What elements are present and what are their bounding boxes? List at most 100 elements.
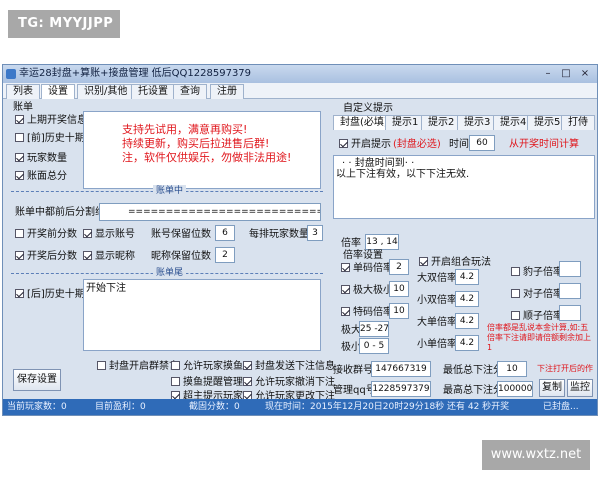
maximize-button[interactable]: □: [557, 67, 575, 81]
single-multiplier-checkbox[interactable]: 单码倍率: [341, 263, 393, 275]
per-row-input[interactable]: 3: [307, 225, 323, 241]
manage-qq-input[interactable]: 1228597379: [371, 381, 431, 397]
nick-digits-input[interactable]: 2: [215, 247, 235, 263]
enable-prompt-checkbox[interactable]: 开启提示: [339, 139, 391, 151]
copy-button[interactable]: 复制: [539, 379, 565, 397]
big-small-input[interactable]: 10: [389, 281, 409, 297]
checkbox-icon: [511, 267, 520, 276]
pair-label: 对子倍率: [523, 289, 563, 300]
upper-info-checkbox[interactable]: 上期开奖信息: [15, 115, 87, 127]
ledger-total-checkbox[interactable]: 账面总分: [15, 171, 67, 183]
combo-input-3[interactable]: 4.2: [455, 335, 479, 351]
open-before-label: 开奖前分数: [27, 229, 77, 240]
pair-checkbox[interactable]: 对子倍率: [511, 289, 563, 301]
pair-input[interactable]: [559, 283, 581, 299]
leopard-checkbox[interactable]: 豹子倍率: [511, 267, 563, 279]
ledger-tail-textarea[interactable]: 开始下注: [83, 279, 321, 351]
allow-cancel-label: 允许玩家撤消下注: [255, 377, 335, 388]
big-small-label: 极大极小: [353, 285, 393, 296]
allow-place-label: 允许玩家摸鱼: [183, 361, 243, 372]
min-label: 极小: [341, 342, 361, 353]
combo-input-0[interactable]: 4.2: [455, 269, 479, 285]
show-account-checkbox[interactable]: 显示账号: [83, 229, 135, 241]
prompt-tab-2[interactable]: 提示2: [421, 115, 462, 130]
catch-remind-checkbox[interactable]: 摸鱼提醒管理: [171, 377, 243, 389]
tab-settings[interactable]: 设置: [41, 84, 75, 99]
after10-label: [后]历史十期: [27, 289, 85, 300]
status-remain: 还有 42 秒开奖: [447, 402, 510, 412]
checkbox-icon: [83, 251, 92, 260]
multiplier-label: 倍率: [341, 238, 361, 249]
monitor-button[interactable]: 监控: [567, 379, 593, 397]
prev10-checkbox[interactable]: [前]历史十期: [15, 133, 85, 145]
allow-place-checkbox[interactable]: 允许玩家摸鱼: [171, 361, 243, 373]
ledger-header-textarea[interactable]: 支持先试用，满意再购买! 持续更新，购买后拉进售后群! 注，软件仅供娱乐，勿做非…: [83, 111, 321, 189]
checkbox-icon: [419, 257, 428, 266]
straight-label: 顺子倍率: [523, 311, 563, 322]
max-input[interactable]: 25 -27: [359, 321, 389, 337]
tab-recognize[interactable]: 识别/其他: [77, 84, 135, 99]
single-multiplier-input[interactable]: 2: [389, 259, 409, 275]
min-input[interactable]: 0 - 5: [359, 338, 389, 354]
tail-text: 开始下注: [86, 283, 126, 294]
tab-register[interactable]: 注册: [210, 84, 244, 99]
open-after-checkbox[interactable]: 开奖后分数: [15, 251, 77, 263]
minimize-button[interactable]: –: [539, 67, 557, 81]
after10-checkbox[interactable]: [后]历史十期: [15, 289, 85, 301]
title-bar: 幸运28封盘+算账+接盘管理 低后QQ1228597379 – □ ×: [3, 65, 597, 83]
tab-bot-settings[interactable]: 托设置: [131, 84, 175, 99]
checkbox-icon: [243, 361, 252, 370]
prompt-tab-wait[interactable]: 打侍: [561, 115, 595, 130]
tab-list[interactable]: 列表: [6, 84, 40, 99]
account-digits-label: 账号保留位数: [151, 229, 211, 240]
tab-query[interactable]: 查询: [173, 84, 207, 99]
status-seal-round: 截固分数：0: [189, 402, 240, 412]
prompt-tab-3[interactable]: 提示3: [457, 115, 498, 130]
seal-group-ban-checkbox[interactable]: 封盘开启群禁言: [97, 361, 179, 373]
open-after-label: 开奖后分数: [27, 251, 77, 262]
checkbox-icon: [15, 133, 24, 142]
checkbox-icon: [341, 307, 350, 316]
big-small-checkbox[interactable]: 极大极小: [341, 285, 393, 297]
notice-line-2: 持续更新，购买后拉进售后群!: [122, 137, 270, 150]
prompt-tab-1[interactable]: 提示1: [385, 115, 426, 130]
combo-label-1: 小双倍率: [417, 295, 457, 306]
combo-input-2[interactable]: 4.2: [455, 313, 479, 329]
checkbox-icon: [15, 289, 24, 298]
checkbox-icon: [15, 115, 24, 124]
prompt-time-note: 从开奖时间计算: [509, 139, 579, 150]
special-multiplier-checkbox[interactable]: 特码倍率: [341, 307, 393, 319]
prompt-time-input[interactable]: 60: [469, 135, 495, 151]
window-title: 幸运28封盘+算账+接盘管理 低后QQ1228597379: [19, 68, 252, 79]
account-digits-input[interactable]: 6: [215, 225, 235, 241]
save-settings-button[interactable]: 保存设置: [13, 369, 61, 391]
show-nickname-checkbox[interactable]: 显示昵称: [83, 251, 135, 263]
checkbox-icon: [15, 171, 24, 180]
receive-group-input[interactable]: 147667319: [371, 361, 431, 377]
tail-separator-label: 账单尾: [153, 267, 187, 279]
min-bet-input[interactable]: 10: [497, 361, 527, 377]
checkbox-icon: [97, 361, 106, 370]
tab-bar: 列表 设置 识别/其他 托设置 查询 注册: [3, 83, 597, 99]
status-players: 当前玩家数：0: [7, 402, 67, 412]
prompt-line-2: 以上下注有效，以下下注无效.: [336, 169, 470, 180]
open-before-checkbox[interactable]: 开奖前分数: [15, 229, 77, 241]
checkbox-icon: [341, 263, 350, 272]
combo-input-1[interactable]: 4.2: [455, 291, 479, 307]
close-button[interactable]: ×: [576, 67, 594, 81]
max-bet-input[interactable]: 100000: [497, 381, 533, 397]
allow-cancel-checkbox[interactable]: 允许玩家撤消下注: [243, 377, 335, 389]
straight-checkbox[interactable]: 顺子倍率: [511, 311, 563, 323]
straight-input[interactable]: [559, 305, 581, 321]
leopard-input[interactable]: [559, 261, 581, 277]
special-multiplier-input[interactable]: 10: [389, 303, 409, 319]
seal-send-info-label: 封盘发送下注信息: [255, 361, 335, 372]
prompt-textarea[interactable]: · · 封盘时间到· · 以上下注有效，以下下注无效.: [333, 155, 595, 219]
multiplier-input[interactable]: 13 , 14: [365, 234, 399, 250]
middle-split-input[interactable]: ===============================: [99, 203, 321, 221]
nick-digits-label: 昵称保留位数: [151, 251, 211, 262]
seal-send-info-checkbox[interactable]: 封盘发送下注信息: [243, 361, 335, 373]
player-count-checkbox[interactable]: 玩家数量: [15, 153, 67, 165]
combo-checkbox[interactable]: 开启组合玩法: [419, 257, 491, 269]
checkbox-icon: [341, 285, 350, 294]
